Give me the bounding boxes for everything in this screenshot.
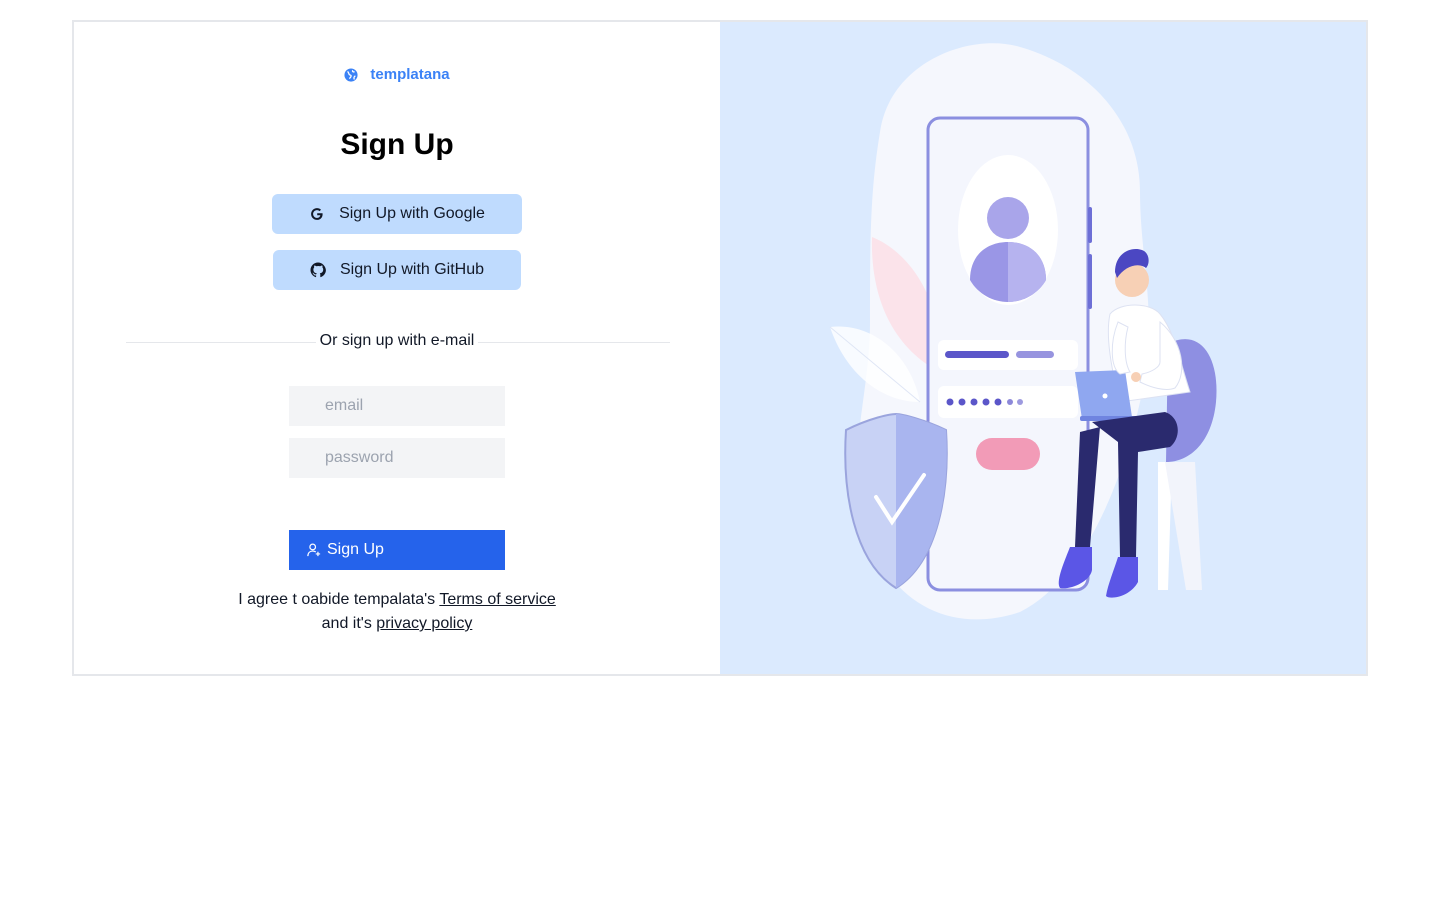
email-field[interactable] (289, 386, 505, 426)
terms-line-2: and it's privacy policy (74, 612, 720, 636)
signup-form-panel: templatana Sign Up Sign Up with Google S… (74, 22, 720, 674)
github-signup-button[interactable]: Sign Up with GitHub (273, 250, 521, 290)
signup-illustration (829, 43, 1217, 620)
terms-prefix: I agree t oabide tempalata's (238, 591, 440, 608)
divider-text: Or sign up with e-mail (315, 332, 479, 349)
brand[interactable]: templatana (74, 66, 720, 83)
github-signup-label: Sign Up with GitHub (339, 261, 485, 278)
signup-submit-button[interactable]: Sign Up (289, 530, 505, 570)
google-signup-label: Sign Up with Google (339, 205, 485, 222)
terms-line-1: I agree t oabide tempalata's Terms of se… (74, 588, 720, 612)
signup-card: templatana Sign Up Sign Up with Google S… (72, 20, 1368, 676)
brand-name: templatana (370, 66, 450, 83)
page-title: Sign Up (340, 128, 454, 161)
privacy-prefix: and it's (321, 615, 377, 632)
terms-of-service-link[interactable]: Terms of service (439, 591, 555, 608)
github-icon (310, 262, 326, 278)
terms-notice: I agree t oabide tempalata's Terms of se… (74, 588, 720, 636)
illustration-panel (720, 22, 1366, 674)
user-plus-icon (307, 543, 321, 557)
privacy-policy-link[interactable]: privacy policy (376, 615, 472, 632)
google-icon (309, 206, 325, 222)
globe-icon (344, 67, 358, 82)
password-field[interactable] (289, 438, 505, 478)
signup-submit-label: Sign Up (327, 541, 384, 558)
divider: Or sign up with e-mail (74, 332, 720, 350)
google-signup-button[interactable]: Sign Up with Google (272, 194, 522, 234)
